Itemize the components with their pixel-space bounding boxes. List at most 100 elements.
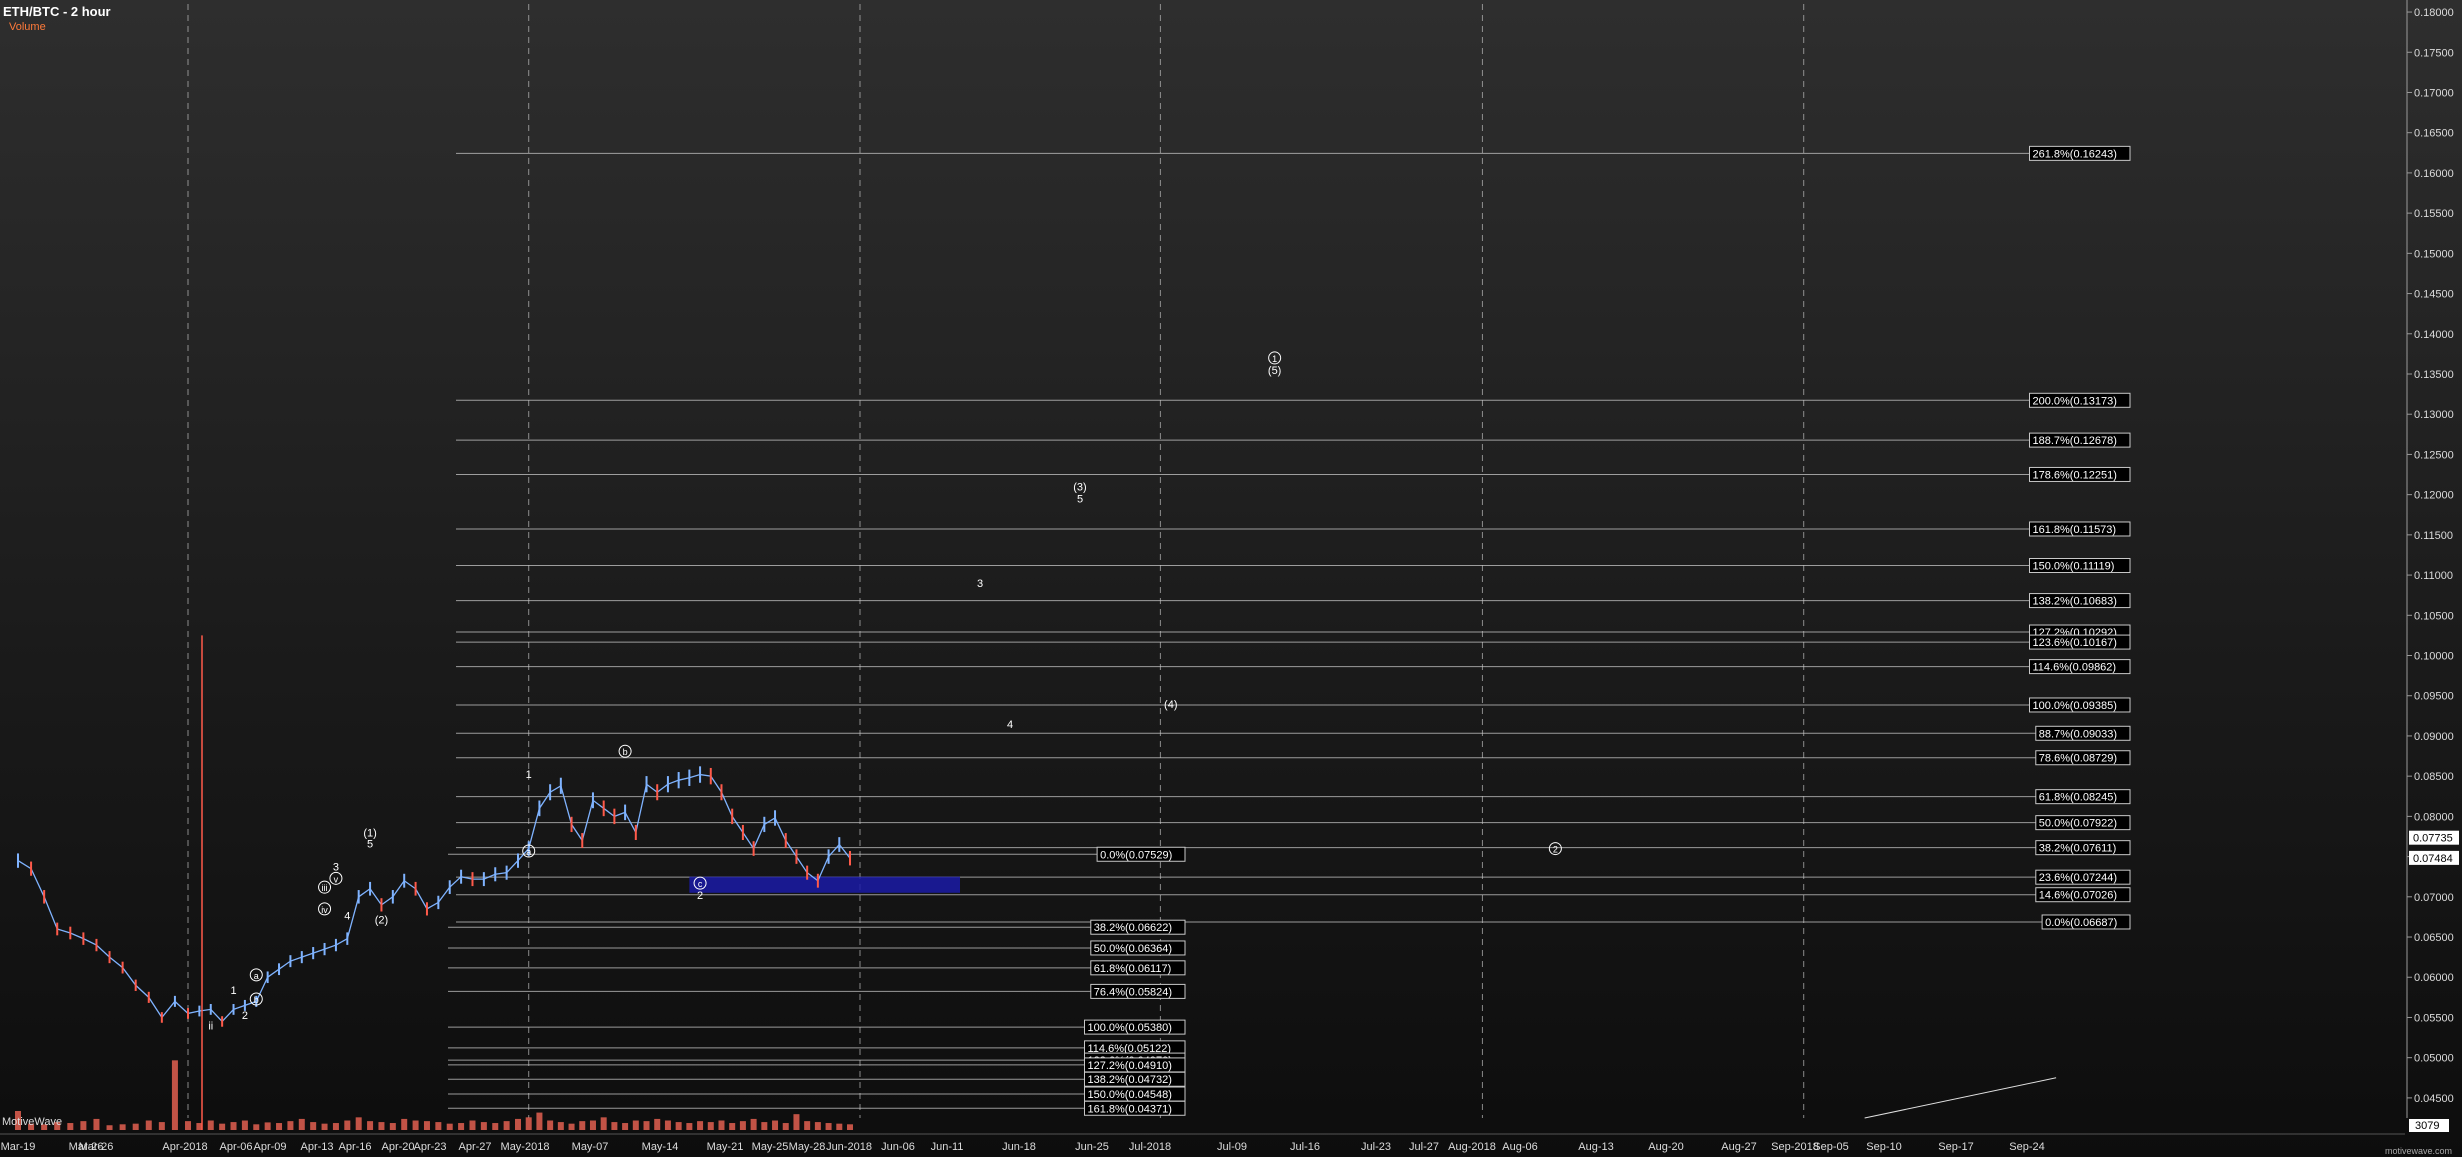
volume-bar [389,1123,396,1130]
volume-bar [276,1123,283,1130]
current-price-label: 0.07484 [2413,853,2453,865]
fib-extension-label: 150.0%(0.11119) [2033,561,2115,573]
volume-bar [793,1114,800,1130]
wave-label: 1 [526,769,532,781]
volume-bars [15,1060,853,1130]
volume-bar [332,1123,339,1130]
volume-bar [310,1122,317,1130]
x-tick-label: May-25 [752,1141,789,1153]
y-tick-label: 0.08500 [2414,771,2454,783]
x-tick-label: Jun-11 [931,1141,964,1153]
x-tick-label: May-07 [572,1141,609,1153]
fib-retracement-label: 50.0%(0.06364) [1094,943,1172,955]
volume-bar [750,1118,757,1130]
x-tick-label: Jul-16 [1290,1141,1320,1153]
fib-extension-label: 100.0%(0.09385) [2033,700,2117,712]
volume-bar [814,1122,821,1130]
volume-bar [825,1123,832,1130]
y-axis: 0.04500 0.05000 0.05500 0.06000 0.06500 0.070… [2406,0,2454,1118]
wave-label: iii [322,883,328,893]
volume-bar [600,1117,607,1130]
volume-bar [632,1120,639,1130]
volume-bar [804,1121,811,1130]
y-tick-label: 0.09500 [2414,691,2454,703]
volume-bar [547,1120,554,1130]
x-tick-label: Jun-25 [1075,1141,1109,1153]
wave-label: 1 [1272,354,1277,364]
volume-bar [654,1118,661,1130]
wave-label: 5 [367,839,373,851]
x-tick-label: Jul-2018 [1129,1141,1171,1153]
price-bars [17,766,851,1027]
x-tick-label: Sep-05 [1813,1141,1848,1153]
volume-bar [686,1123,693,1130]
fib-extension-label: 161.8%(0.11573) [2033,524,2117,536]
wave-label: iv [321,905,328,915]
x-tick-label: Jun-06 [881,1141,915,1153]
fib-retracement-label: 76.4%(0.05824) [1094,986,1172,998]
volume-bar [492,1123,499,1130]
volume-bar [80,1121,87,1130]
volume-bar [298,1118,305,1130]
x-tick-label: Apr-13 [300,1141,333,1153]
volume-bar [145,1120,152,1130]
y-tick-label: 0.16500 [2414,128,2454,140]
x-tick-label: Apr-23 [413,1141,446,1153]
volume-bar [67,1123,74,1130]
x-tick-label: Apr-09 [253,1141,286,1153]
wave-label: 2 [697,890,703,902]
wave-label: 3 [977,578,983,590]
x-axis: Mar-19 Mar-26Mar-26 Apr-2018 Apr-06 Apr-09 Ap… [0,1133,2405,1153]
volume-bar [423,1121,430,1130]
fib-extension-label: 61.8%(0.08245) [2039,792,2117,804]
x-tick-label: May-2018 [501,1141,550,1153]
volume-bar [446,1123,453,1130]
x-tick-label: Aug-2018 [1448,1141,1496,1153]
fib-extension-label: 188.7%(0.12678) [2033,435,2117,447]
volume-bar [93,1118,100,1130]
x-tick-label: Jul-27 [1409,1141,1439,1153]
chart-title: ETH/BTC - 2 hour [3,4,111,19]
x-tick-label: Apr-06 [219,1141,252,1153]
volume-bar [782,1123,789,1130]
volume-bar [589,1120,596,1130]
chart-canvas[interactable]: 261.8%(0.16243) 200.0%(0.13173) 188.7%(0.1… [0,0,2462,1157]
volume-bar [185,1121,191,1130]
volume-bar [847,1124,853,1130]
volume-bar [253,1124,260,1130]
volume-subtitle: Volume [9,21,46,33]
fib-extension-label: 123.6%(0.10167) [2033,637,2117,649]
x-tick-label: Aug-06 [1502,1141,1537,1153]
x-tick-label: May-14 [642,1141,679,1153]
volume-bar [611,1122,618,1130]
wave-label: 2 [1553,845,1558,855]
wave-label: 4 [344,910,350,922]
volume-bar [106,1125,113,1130]
volume-bar [675,1122,682,1130]
y-tick-label: 0.17000 [2414,87,2454,99]
wave-label: v [334,874,339,884]
wave-label: (2) [375,914,388,926]
volume-bar [525,1117,532,1130]
volume-bar [171,1060,178,1130]
y-tick-label: 0.04500 [2414,1093,2454,1105]
wave-label: 5 [1077,494,1083,506]
wave-label: 1 [230,985,236,997]
fib-retracement-label: 150.0%(0.04548) [1088,1089,1172,1101]
volume-bar [729,1123,736,1130]
volume-bar [622,1123,629,1130]
x-tick-label: Sep-24 [2009,1141,2044,1153]
price-line [17,773,851,1023]
volume-bar [264,1122,271,1130]
x-tick-label: Jul-09 [1217,1141,1247,1153]
chart-area[interactable]: 261.8%(0.16243) 200.0%(0.13173) 188.7%(0.1… [0,0,2462,1157]
fib-retracement-label: 138.2%(0.04732) [1088,1074,1172,1086]
y-tick-label: 0.13500 [2414,369,2454,381]
x-tick-label: May-21 [707,1141,744,1153]
volume-bar [503,1121,510,1130]
wave-label: ii [208,1021,213,1033]
volume-bar [718,1120,725,1130]
volume-bar [568,1123,575,1130]
volume-bar [219,1123,226,1130]
wave-label: a [526,847,531,857]
